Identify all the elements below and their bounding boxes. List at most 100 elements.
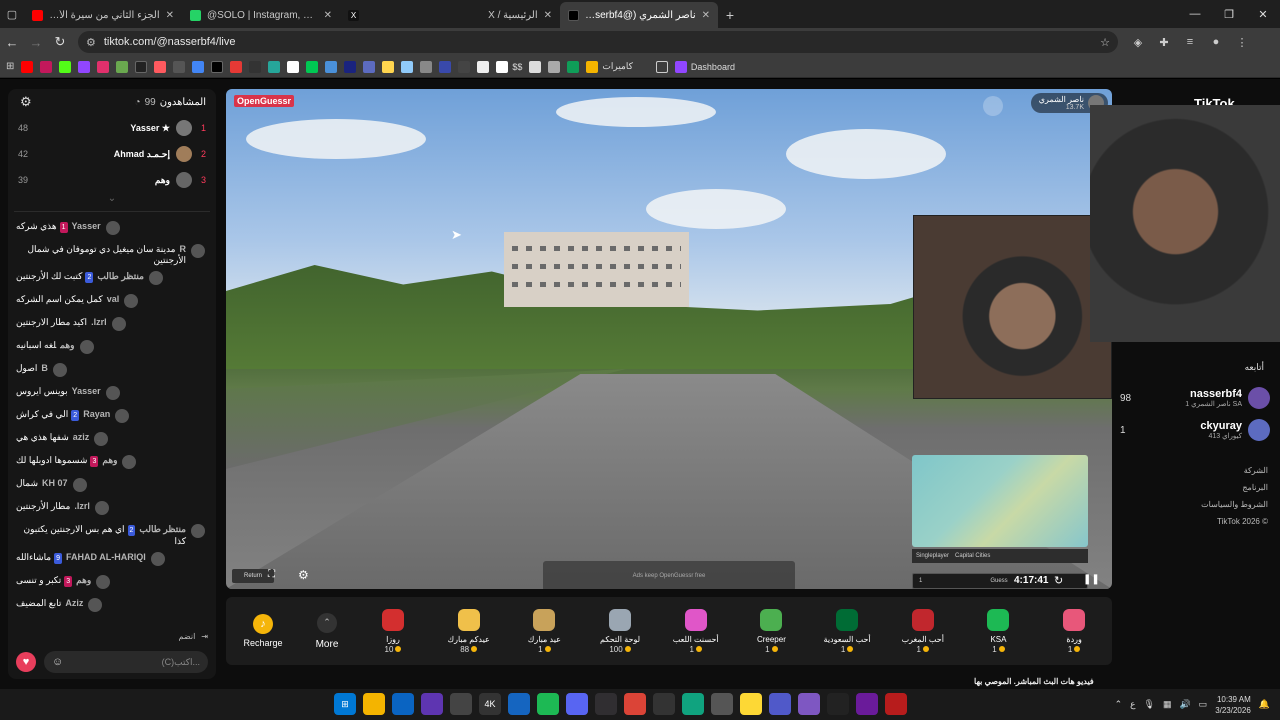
bookmark-x-icon[interactable]	[135, 60, 148, 73]
chat-message[interactable]: منتظر طالب2كتبت لك الأرجنتين	[16, 266, 208, 289]
obs-icon[interactable]	[595, 693, 617, 715]
chat-username[interactable]: Rayan	[83, 409, 110, 419]
chat-username[interactable]: وهم	[102, 455, 117, 465]
gift-item[interactable]: لوحة التحكم 100	[582, 608, 658, 654]
gift-item[interactable]: عيدكم مبارك 88	[431, 608, 507, 654]
mic-icon[interactable]: 🎙	[1144, 699, 1155, 710]
chat-message[interactable]: وهم3شسموها ادوبلها لك	[16, 450, 208, 473]
bookmark-icon[interactable]	[548, 60, 561, 73]
chat-username[interactable]: val	[107, 294, 120, 304]
chat-username[interactable]: وهم	[76, 575, 91, 585]
chat-message[interactable]: وهم3تكبر و تنسى	[16, 570, 208, 593]
gift-item[interactable]: عيد مبارك 1	[507, 608, 583, 654]
chat-message[interactable]: Izrl.مطار الأرجنتين	[16, 496, 208, 519]
apps-grid-icon[interactable]: ⊞	[6, 61, 14, 72]
chat-message[interactable]: KH 07شمال	[16, 473, 208, 496]
bookmark-icon[interactable]	[268, 60, 281, 73]
bookmark-icon[interactable]	[192, 60, 205, 73]
chat-username[interactable]: B	[41, 363, 48, 373]
guess-map[interactable]	[912, 455, 1088, 547]
app-icon[interactable]	[450, 693, 472, 715]
chat-username[interactable]: وهم	[60, 340, 74, 350]
bookmark-tiktok-icon[interactable]	[211, 60, 224, 73]
viewers-title[interactable]: ◔ 99 المشاهدون	[135, 97, 206, 108]
top-viewer-row[interactable]: 39 وهم 3	[8, 167, 216, 193]
bookmark-icon[interactable]	[116, 60, 129, 73]
bookmark-star-icon[interactable]: ☆	[1100, 36, 1110, 49]
language-indicator[interactable]: ع	[1130, 699, 1135, 710]
chat-message[interactable]: aziz شفها هذي هي	[16, 427, 208, 450]
folder-icon[interactable]	[655, 60, 668, 73]
back-icon[interactable]: ←	[0, 30, 24, 54]
chat-message[interactable]: Yasser بوينس ايروس	[16, 381, 208, 404]
live-stream-video[interactable]: OpenGuessr ناصر الشمري 13.7K Singleplaye…	[226, 89, 1112, 589]
close-tab-icon[interactable]: ✕	[166, 10, 174, 21]
bookmark-youtube-icon[interactable]	[21, 60, 34, 73]
app-icon[interactable]	[682, 693, 704, 715]
bookmark-icon[interactable]	[344, 60, 357, 73]
bookmark-icon[interactable]	[249, 60, 262, 73]
gift-item[interactable]: أحب المغرب 1	[885, 608, 961, 654]
site-info-icon[interactable]: ⚙	[86, 36, 96, 49]
menu-icon[interactable]: ⋮	[1232, 32, 1252, 52]
clock[interactable]: 10:39 AM 3/23/2026	[1215, 694, 1251, 716]
chevron-up-icon[interactable]: ⌃	[1115, 699, 1123, 710]
bookmark-instagram-icon[interactable]	[97, 60, 110, 73]
following-item[interactable]: 98 nasserbf4 ناصر الشمري 1 SA	[1120, 385, 1270, 411]
bookmark-icon[interactable]	[382, 60, 395, 73]
browser-tab[interactable]: الرئيسية / X ✕	[430, 2, 560, 28]
bookmark-icon[interactable]	[287, 60, 300, 73]
chat-message[interactable]: Izrl.اكيد مطار الارجنتين	[16, 312, 208, 335]
app-icon[interactable]	[653, 693, 675, 715]
extension-icon[interactable]: ◈	[1128, 32, 1148, 52]
bookmark-google[interactable]: $$	[496, 60, 522, 73]
chat-message[interactable]: Rayan2الي في كراش	[16, 404, 208, 427]
bookmark-icon[interactable]	[363, 60, 376, 73]
footer-link[interactable]: البرنامج	[1201, 479, 1268, 496]
top-viewer-row[interactable]: 42 Ahmad إحـمـد 2	[8, 141, 216, 167]
gift-item[interactable]: أحسنت اللعب 1	[658, 608, 734, 654]
chat-message[interactable]: Yasser 1هذي شركه	[16, 216, 208, 239]
chat-username[interactable]: Izrl.	[74, 501, 90, 511]
tab-search-icon[interactable]: ▢	[0, 0, 24, 28]
close-tab-icon[interactable]: ✕	[324, 10, 332, 21]
bookmark-icon[interactable]	[401, 60, 414, 73]
bookmark-icon[interactable]	[230, 60, 243, 73]
mail-icon[interactable]	[392, 693, 414, 715]
app-icon[interactable]	[798, 693, 820, 715]
bookmark-icon[interactable]	[439, 60, 452, 73]
close-window-icon[interactable]: ✕	[1246, 0, 1280, 28]
chat-username[interactable]: aziz	[73, 432, 90, 442]
following-item[interactable]: 1 ckyuray كيوراي 413	[1120, 417, 1270, 443]
gift-item[interactable]: روزا 10	[355, 608, 431, 654]
reload-icon[interactable]: ↻	[48, 30, 72, 54]
settings-icon[interactable]: ⚙	[298, 568, 309, 582]
emoji-icon[interactable]: ☺	[52, 656, 63, 668]
app-icon[interactable]	[856, 693, 878, 715]
close-tab-icon[interactable]: ✕	[544, 10, 552, 21]
bookmark-icon[interactable]	[420, 60, 433, 73]
fullscreen-icon[interactable]: ⛶	[268, 569, 275, 580]
pause-icon[interactable]: ❚❚	[1083, 574, 1100, 585]
chat-username[interactable]: FAHAD AL-HARIQI	[66, 552, 146, 562]
gift-item[interactable]: KSA 1	[961, 608, 1037, 654]
gift-item[interactable]: وردة 1	[1036, 608, 1112, 654]
chrome-icon[interactable]	[624, 693, 646, 715]
app-icon[interactable]	[711, 693, 733, 715]
chat-username[interactable]: Yasser	[72, 221, 101, 231]
bookmark-icon[interactable]	[458, 60, 471, 73]
more-gifts-button[interactable]: ⌃ More	[300, 612, 354, 650]
heart-icon[interactable]: ♥	[16, 652, 36, 672]
browser-tab[interactable]: الجزء الثاني من سيرة الأنبياء | نابلـ ✕	[24, 2, 182, 28]
bookmark-twitch-icon[interactable]	[78, 60, 91, 73]
network-icon[interactable]: ▦	[1163, 699, 1172, 710]
bookmark-icon[interactable]	[306, 60, 319, 73]
gift-item[interactable]: Creeper 1	[734, 608, 810, 654]
footer-link[interactable]: الشركة	[1201, 462, 1268, 479]
forward-icon[interactable]: →	[24, 30, 48, 54]
browser-tab[interactable]: X	[340, 2, 430, 28]
minimize-icon[interactable]: —	[1178, 0, 1212, 28]
file-explorer-icon[interactable]	[363, 693, 385, 715]
teams-icon[interactable]	[769, 693, 791, 715]
battery-icon[interactable]: ▭	[1199, 699, 1208, 710]
